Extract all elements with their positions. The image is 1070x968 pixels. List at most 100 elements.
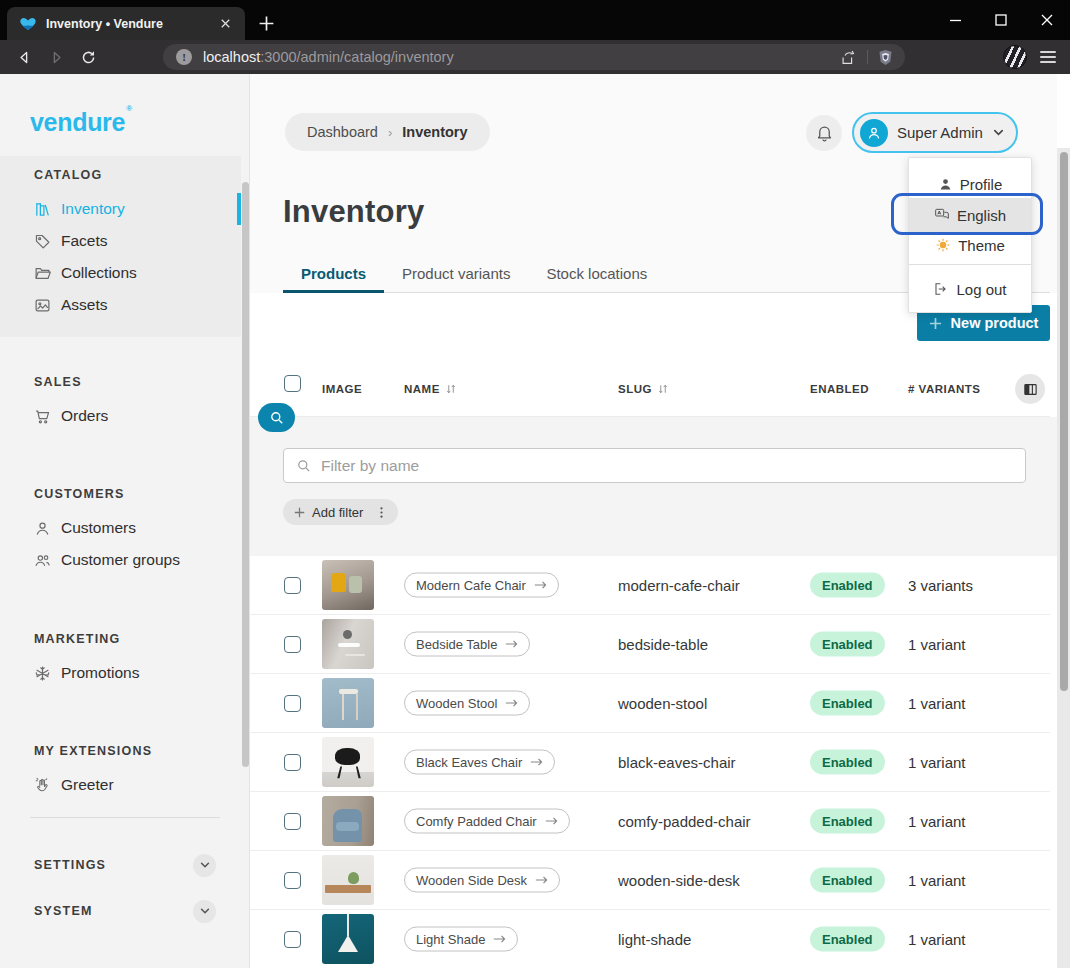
arrow-right-icon — [535, 875, 548, 886]
share-icon[interactable] — [840, 49, 857, 66]
variant-count: 1 variant — [908, 813, 966, 830]
system-heading: SYSTEM — [34, 904, 93, 918]
window-close-icon[interactable] — [1024, 0, 1070, 40]
arrow-right-icon — [505, 698, 518, 709]
window-scrollbar[interactable] — [1057, 148, 1070, 968]
site-info-icon[interactable]: ! — [176, 49, 192, 65]
product-name-button[interactable]: Black Eaves Chair — [404, 750, 555, 775]
page-title: Inventory — [283, 194, 424, 230]
column-header-name[interactable]: NAME — [404, 360, 457, 417]
add-filter-button[interactable]: Add filter — [283, 499, 398, 525]
menu-item-label: Theme — [958, 237, 1005, 254]
product-name-button[interactable]: Bedside Table — [404, 632, 530, 657]
sort-icon[interactable] — [657, 383, 669, 395]
nav-section-heading: MY EXTENSIONS — [0, 744, 241, 758]
row-checkbox[interactable] — [284, 813, 301, 830]
back-icon[interactable] — [8, 43, 40, 71]
product-name-button[interactable]: Comfy Padded Chair — [404, 809, 570, 834]
sort-icon[interactable] — [445, 383, 457, 395]
breadcrumb[interactable]: Dashboard › Inventory — [285, 113, 490, 151]
window-minimize-icon[interactable] — [932, 0, 978, 40]
sidebar: vendure® CATALOG Inventory Facets Collec… — [0, 74, 250, 968]
user-menu-button[interactable]: Super Admin — [852, 112, 1018, 153]
forward-icon[interactable] — [40, 43, 72, 71]
row-checkbox[interactable] — [284, 931, 301, 948]
sidebar-item-greeter[interactable]: Greeter — [0, 769, 241, 801]
row-checkbox[interactable] — [284, 872, 301, 889]
hand-icon — [34, 777, 51, 794]
tab-products[interactable]: Products — [283, 262, 384, 292]
sidebar-item-customers[interactable]: Customers — [0, 512, 241, 544]
filter-input[interactable]: Filter by name — [283, 448, 1026, 483]
menu-item-logout[interactable]: Log out — [909, 275, 1031, 303]
row-checkbox[interactable] — [284, 695, 301, 712]
chevron-down-icon[interactable] — [193, 900, 216, 923]
browser-profile-avatar[interactable] — [1003, 45, 1027, 69]
menu-item-theme[interactable]: Theme — [909, 231, 1031, 259]
browser-menu-icon[interactable] — [1040, 50, 1056, 64]
product-thumbnail — [322, 619, 374, 669]
row-checkbox[interactable] — [284, 636, 301, 653]
tab-close-icon[interactable] — [218, 16, 233, 31]
row-checkbox[interactable] — [284, 577, 301, 594]
sidebar-item-label: Customers — [61, 519, 136, 537]
sidebar-section-settings[interactable]: SETTINGS — [34, 853, 216, 877]
sidebar-item-label: Promotions — [61, 664, 139, 682]
search-toggle-button[interactable] — [258, 403, 295, 432]
nav-section-heading: SALES — [0, 375, 241, 389]
cart-icon — [34, 408, 51, 425]
product-name-button[interactable]: Wooden Side Desk — [404, 868, 560, 893]
url-bar[interactable]: ! localhost:3000/admin/catalog/inventory — [163, 44, 905, 70]
product-name-button[interactable]: Modern Cafe Chair — [404, 573, 559, 598]
tab-product-variants[interactable]: Product variants — [384, 262, 528, 292]
select-all-checkbox[interactable] — [284, 375, 301, 392]
product-name-label: Wooden Stool — [416, 696, 497, 711]
new-tab-icon[interactable] — [258, 15, 275, 32]
browser-tab[interactable]: Inventory • Vendure — [7, 7, 245, 40]
product-name-button[interactable]: Light Shade — [404, 927, 518, 952]
row-checkbox[interactable] — [284, 754, 301, 771]
sidebar-item-facets[interactable]: Facets — [0, 225, 241, 257]
table-row: Comfy Padded Chair comfy-padded-chair En… — [250, 792, 1050, 851]
sidebar-item-label: Inventory — [61, 200, 125, 218]
sidebar-section-system[interactable]: SYSTEM — [34, 899, 216, 923]
menu-item-profile[interactable]: Profile — [909, 170, 1031, 198]
product-name-label: Wooden Side Desk — [416, 873, 527, 888]
product-name-button[interactable]: Wooden Stool — [404, 691, 530, 716]
sidebar-item-label: Assets — [61, 296, 108, 314]
kebab-menu-icon[interactable] — [370, 501, 392, 523]
notifications-button[interactable] — [806, 115, 842, 151]
table-row: Black Eaves Chair black-eaves-chair Enab… — [250, 733, 1050, 792]
column-header-variants: # VARIANTS — [908, 360, 981, 417]
tab-stock-locations[interactable]: Stock locations — [528, 262, 665, 292]
sidebar-item-inventory[interactable]: Inventory — [0, 193, 241, 225]
scrollbar-thumb[interactable] — [1060, 152, 1068, 691]
sidebar-item-assets[interactable]: Assets — [0, 289, 241, 321]
brave-shield-icon[interactable] — [878, 49, 893, 66]
chevron-down-icon[interactable] — [193, 854, 216, 877]
nav-group-my-extensions: MY EXTENSIONS Greeter — [0, 744, 241, 801]
column-settings-button[interactable] — [1015, 374, 1045, 404]
sidebar-item-customer-groups[interactable]: Customer groups — [0, 544, 241, 576]
status-badge: Enabled — [810, 750, 885, 775]
status-badge: Enabled — [810, 573, 885, 598]
sidebar-item-orders[interactable]: Orders — [0, 400, 241, 432]
reload-icon[interactable] — [72, 43, 104, 71]
window-maximize-icon[interactable] — [978, 0, 1024, 40]
users-icon — [34, 552, 51, 569]
column-header-slug[interactable]: SLUG — [618, 360, 669, 417]
column-header-enabled: ENABLED — [810, 360, 869, 417]
nav-group-catalog: CATALOG Inventory Facets Collections Ass… — [0, 156, 241, 337]
app-window: vendure® CATALOG Inventory Facets Collec… — [0, 74, 1070, 968]
breadcrumb-dashboard[interactable]: Dashboard — [307, 124, 378, 140]
sidebar-item-label: Collections — [61, 264, 137, 282]
sidebar-item-promotions[interactable]: Promotions — [0, 657, 241, 689]
menu-item-language[interactable]: English — [909, 198, 1031, 232]
settings-heading: SETTINGS — [34, 858, 106, 872]
window-controls — [932, 0, 1070, 40]
breadcrumb-current[interactable]: Inventory — [402, 124, 467, 140]
sidebar-scrollbar[interactable] — [242, 182, 249, 767]
sidebar-item-collections[interactable]: Collections — [0, 257, 241, 289]
arrow-right-icon — [545, 816, 558, 827]
table-row: Light Shade light-shade Enabled 1 varian… — [250, 910, 1050, 968]
